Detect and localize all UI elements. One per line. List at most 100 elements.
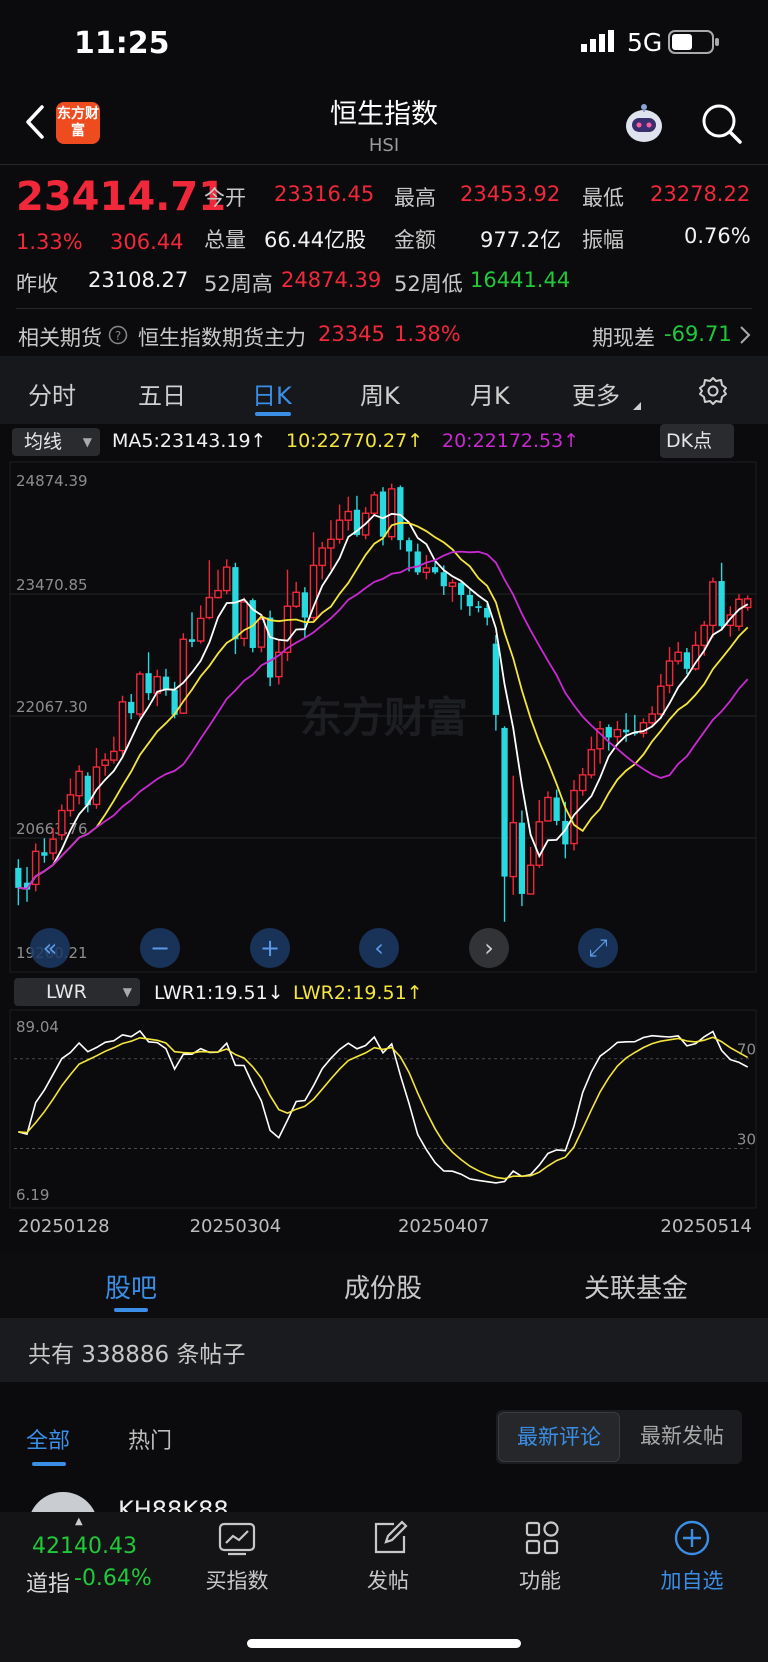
candle-body: [128, 701, 135, 714]
home-indicator: [247, 1639, 521, 1648]
candle-body: [466, 594, 473, 607]
candle-body: [553, 797, 560, 821]
sub-indicator-select[interactable]: LWR ▼: [14, 978, 140, 1006]
candle-body: [344, 510, 353, 521]
date-axis-label: 20250304: [190, 1216, 282, 1237]
futures-name[interactable]: 恒生指数期货主力: [138, 322, 306, 352]
help-icon[interactable]: ?: [108, 325, 128, 345]
lwr-y-tick-label: 6.19: [16, 1186, 49, 1204]
filter-hot[interactable]: 热门: [128, 1423, 172, 1455]
lwr-plot-area: [9, 1009, 757, 1209]
sort-latest-comment[interactable]: 最新评论: [498, 1412, 620, 1462]
candle-body: [267, 617, 274, 678]
high-label: 最高: [394, 186, 436, 210]
candle-body: [440, 572, 447, 587]
nav-functions[interactable]: 功能: [490, 1565, 590, 1595]
network-label: 5G: [627, 28, 663, 57]
candle-body: [196, 617, 205, 642]
lwr-y-tick-label: 89.04: [16, 1018, 59, 1036]
futures-label: 相关期货: [18, 326, 102, 350]
settings-gear-icon[interactable]: [698, 376, 728, 406]
tab-intraday[interactable]: 分时: [28, 376, 76, 411]
tab-related-funds[interactable]: 关联基金: [584, 1268, 688, 1305]
battery-icon: [668, 30, 720, 54]
sort-latest-post[interactable]: 最新发帖: [624, 1412, 740, 1462]
kline-y-tick-label: 24874.39: [16, 472, 88, 490]
candle-body: [145, 673, 152, 694]
low-value: 23278.22: [650, 182, 751, 206]
candle-body: [448, 582, 457, 587]
watermark: 东方财富: [300, 693, 468, 742]
tab-monthly-k[interactable]: 月K: [470, 376, 510, 411]
low52-label: 52周低: [394, 272, 463, 296]
candle-body: [587, 748, 596, 776]
candle-body: [49, 838, 57, 854]
candle-body: [379, 491, 387, 537]
buy-index-icon: [218, 1522, 256, 1556]
amplitude-label: 振幅: [582, 228, 624, 252]
futures-price: 23345: [318, 322, 385, 346]
lwr-chart[interactable]: 89.046.19703020250128 20250304 20250407 202…: [0, 1008, 768, 1240]
candle-body: [414, 551, 421, 573]
header-divider: [0, 164, 768, 165]
low52-value: 16441.44: [470, 268, 571, 292]
candle-body: [66, 794, 75, 812]
amount-label: 金额: [394, 228, 436, 252]
tab-constituents[interactable]: 成份股: [344, 1268, 422, 1305]
candle-body: [205, 596, 214, 619]
chevron-right-icon[interactable]: [738, 324, 752, 346]
nav-up-caret-icon[interactable]: ▲: [75, 1516, 83, 1527]
dk-point-button[interactable]: DK点: [660, 424, 734, 458]
low-label: 最低: [582, 186, 624, 210]
lwr1-legend: LWR1:19.51↓: [154, 982, 284, 1004]
robot-assistant-icon[interactable]: [620, 100, 668, 148]
date-axis-label: 20250514: [660, 1216, 752, 1237]
tab-weekly-k[interactable]: 周K: [360, 376, 400, 411]
candle-body: [214, 589, 222, 599]
fullscreen-icon[interactable]: ⤢: [578, 928, 618, 968]
dji-pct[interactable]: -0.64%: [74, 1566, 152, 1591]
candle-body: [162, 676, 170, 690]
svg-text:⤢: ⤢: [588, 934, 607, 962]
svg-text:+: +: [260, 934, 280, 962]
candle-body: [492, 643, 499, 715]
candle-body: [458, 582, 465, 595]
svg-text:«: «: [43, 934, 58, 962]
nav-post[interactable]: 发帖: [338, 1565, 438, 1595]
nav-buy-index[interactable]: 买指数: [187, 1565, 287, 1595]
basis-label: 期现差: [592, 326, 655, 350]
change-value: 306.44: [110, 230, 184, 254]
nav-add-watchlist[interactable]: 加自选: [642, 1565, 742, 1595]
candle-body: [518, 822, 526, 894]
last-price: 23414.71: [16, 174, 227, 220]
candle-body: [509, 821, 518, 878]
amplitude-value: 0.76%: [684, 224, 751, 248]
scroll-start-icon[interactable]: «: [30, 928, 70, 968]
dji-value[interactable]: 42140.43: [32, 1534, 137, 1559]
scroll-left-icon[interactable]: ‹: [359, 928, 399, 968]
kline-y-tick-label: 23470.85: [16, 576, 88, 594]
filter-all[interactable]: 全部: [26, 1423, 70, 1455]
candle-body: [188, 639, 196, 642]
more-caret-icon: [632, 396, 642, 410]
tab-more[interactable]: 更多: [572, 376, 620, 411]
candle-body: [501, 727, 508, 877]
kline-chart[interactable]: 东方财富24874.3923470.8522067.3020663.761926…: [0, 460, 768, 976]
tab-guba[interactable]: 股吧: [105, 1268, 157, 1305]
scroll-right-icon[interactable]: ›: [469, 928, 509, 968]
zoom-out-icon[interactable]: −: [140, 928, 180, 968]
dropdown-caret-icon: ▼: [82, 435, 92, 449]
candle-body: [613, 728, 622, 738]
prev-close-value: 23108.27: [88, 268, 189, 292]
date-axis-label: 20250407: [398, 1216, 490, 1237]
search-icon[interactable]: [700, 102, 744, 146]
candle-body: [136, 673, 144, 715]
date-axis-label: 20250128: [18, 1216, 110, 1237]
tab-five-day[interactable]: 五日: [138, 376, 186, 411]
dji-label[interactable]: 道指: [26, 1566, 70, 1598]
futures-pct: 1.38%: [394, 322, 461, 346]
main-indicator-select[interactable]: 均线 ▼: [12, 428, 100, 456]
tab-daily-k[interactable]: 日K: [252, 376, 292, 411]
filter-all-underline: [32, 1462, 66, 1466]
zoom-in-icon[interactable]: +: [250, 928, 290, 968]
